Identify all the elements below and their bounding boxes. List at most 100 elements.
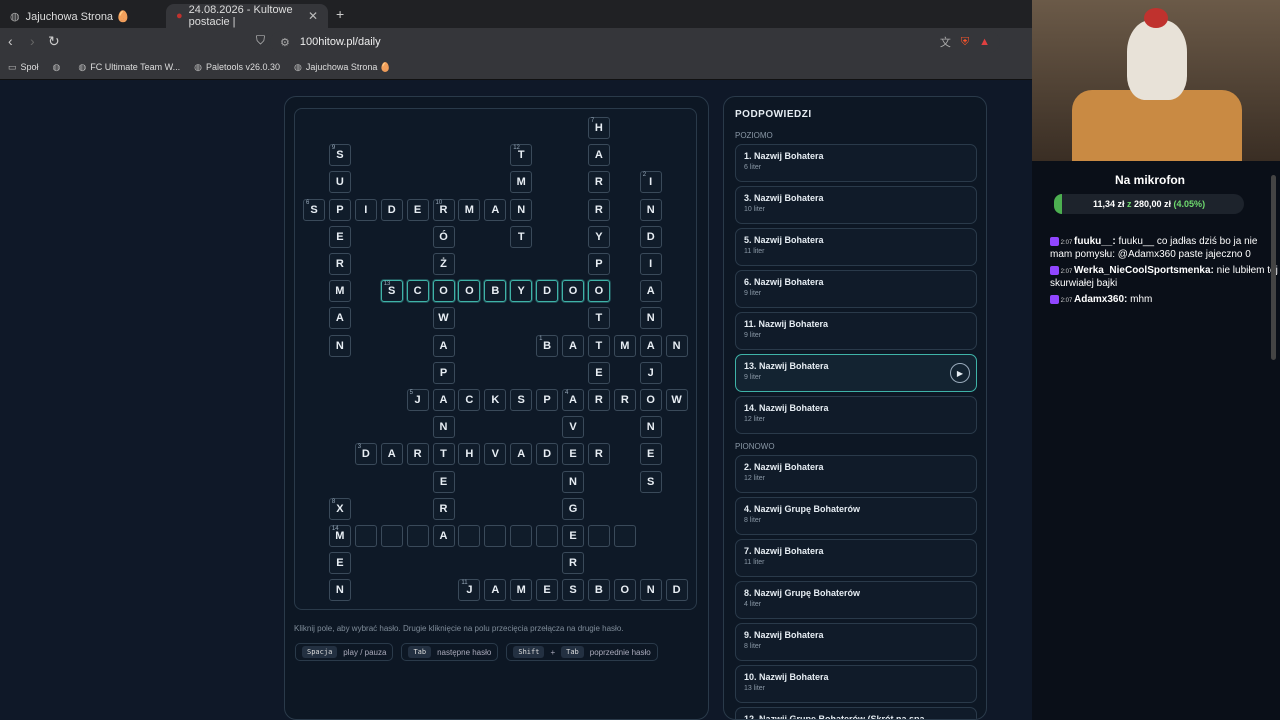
bookmark-item[interactable]: ▭ Społ [8, 62, 39, 73]
crossword-cell[interactable]: A [510, 443, 533, 466]
crossword-cell[interactable]: S6 [303, 198, 325, 221]
crossword-cell[interactable]: E [562, 443, 584, 466]
crossword-cell[interactable]: O [562, 280, 584, 303]
crossword-cell[interactable]: P [536, 389, 559, 411]
crossword-cell[interactable]: N [562, 470, 584, 493]
new-tab-button[interactable]: + [336, 6, 344, 22]
crossword-cell[interactable]: X8 [328, 497, 351, 520]
crossword-cell[interactable]: P [587, 253, 610, 275]
crossword-cell[interactable] [380, 525, 403, 547]
scrollbar[interactable] [1271, 175, 1276, 360]
crossword-cell[interactable]: R [432, 497, 455, 520]
crossword-cell[interactable]: S9 [328, 144, 351, 167]
brave-shield-icon[interactable]: ⛨ [961, 36, 969, 49]
crossword-cell[interactable]: E [639, 443, 662, 466]
bookmark-item[interactable]: ◍ FC Ultimate Team W... [78, 62, 180, 73]
clue-item[interactable]: 9. Nazwij Bohatera 8 liter [735, 623, 977, 661]
crossword-cell[interactable]: B1 [536, 334, 559, 357]
crossword-cell[interactable]: N [328, 579, 351, 602]
bookmark-item[interactable]: ◍ [53, 62, 65, 73]
crossword-cell[interactable]: A [432, 525, 455, 547]
crossword-cell[interactable] [458, 525, 481, 547]
play-icon[interactable]: ▶ [950, 363, 970, 383]
crossword-cell[interactable]: D [639, 225, 662, 248]
crossword-cell[interactable]: E [406, 198, 429, 221]
crossword-cell[interactable]: N [328, 334, 351, 357]
clue-item[interactable]: 5. Nazwij Bohatera 11 liter [735, 228, 977, 266]
crossword-cell[interactable]: N [639, 198, 662, 221]
crossword-cell[interactable]: N [639, 307, 662, 330]
address-bar[interactable]: ⚙ 100hitow.pl/daily 文 ⛨ ▲ [270, 31, 1000, 53]
crossword-cell[interactable]: C [458, 389, 481, 411]
crossword-cell[interactable]: M 14 [328, 525, 351, 547]
crossword-cell[interactable]: N [432, 416, 455, 439]
crossword-cell[interactable]: T [510, 225, 533, 248]
crossword-cell[interactable]: A [432, 334, 455, 357]
crossword-cell[interactable]: A [562, 334, 584, 357]
crossword-cell[interactable]: O [432, 280, 455, 303]
crossword-cell[interactable]: R [328, 253, 351, 275]
crossword-cell[interactable]: M [458, 198, 481, 221]
crossword-cell[interactable]: P [328, 198, 351, 221]
crossword-cell[interactable]: A [484, 198, 507, 221]
crossword-cell[interactable]: R [587, 198, 610, 221]
crossword-cell[interactable]: R 10 [432, 198, 455, 221]
clue-item[interactable]: 7. Nazwij Bohatera 11 liter [735, 539, 977, 577]
crossword-cell[interactable]: G [562, 497, 584, 520]
clue-item[interactable]: 1. Nazwij Bohatera 6 liter [735, 144, 977, 182]
crossword-cell[interactable]: A [587, 144, 610, 167]
reload-icon[interactable]: ↻ [48, 33, 60, 50]
site-info-icon[interactable]: ⚙ [280, 36, 290, 49]
crossword-cell[interactable]: R [562, 552, 584, 575]
crossword-cell[interactable]: N [639, 416, 662, 439]
crossword-cell[interactable]: J [639, 361, 662, 384]
crossword-cell[interactable] [510, 525, 533, 547]
crossword-cell[interactable]: Ó [432, 225, 455, 248]
crossword-cell[interactable]: M [510, 171, 533, 194]
crossword-cell[interactable]: E [328, 225, 351, 248]
crossword-cell[interactable]: H [458, 443, 481, 466]
crossword-cell[interactable]: B [484, 280, 507, 303]
crossword-cell[interactable] [406, 525, 429, 547]
forward-icon[interactable]: › [30, 33, 35, 49]
crossword-cell[interactable]: T [587, 334, 610, 357]
crossword-cell[interactable]: Y [587, 225, 610, 248]
crossword-cell[interactable]: T 12 [510, 144, 533, 167]
crossword-cell[interactable]: N [665, 334, 688, 357]
crossword-cell[interactable]: D [665, 579, 688, 602]
brave-rewards-icon[interactable]: ▲ [979, 36, 990, 48]
close-icon[interactable]: ✕ [308, 9, 318, 23]
crossword-cell[interactable]: M [613, 334, 636, 357]
crossword-cell[interactable]: R [587, 389, 610, 411]
crossword-cell[interactable]: W [432, 307, 455, 330]
crossword-cell[interactable] [354, 525, 377, 547]
clue-item[interactable]: 11. Nazwij Bohatera 9 liter [735, 312, 977, 350]
crossword-cell[interactable] [613, 525, 636, 547]
crossword-cell[interactable]: K [484, 389, 507, 411]
crossword-cell[interactable]: R [587, 443, 610, 466]
crossword-cell[interactable]: Ż [432, 253, 455, 275]
crossword-cell[interactable]: S 13 [380, 280, 403, 303]
crossword-cell[interactable]: Y [510, 280, 533, 303]
crossword-cell[interactable]: A [328, 307, 351, 330]
crossword-cell[interactable]: V [562, 416, 584, 439]
crossword-cell[interactable]: T [432, 443, 455, 466]
crossword-cell[interactable]: H7 [587, 117, 610, 139]
tab-active[interactable]: ● 24.08.2026 - Kultowe postacie | ✕ [166, 4, 328, 28]
crossword-cell[interactable]: S [562, 579, 584, 602]
clue-item[interactable]: 13. Nazwij Bohatera 9 liter ▶ [735, 354, 977, 392]
crossword-cell[interactable]: I [639, 253, 662, 275]
clue-item[interactable]: 12. Nazwij Grupę Bohaterów (Skrót na spa… [735, 707, 977, 719]
crossword-cell[interactable]: J 11 [458, 579, 481, 602]
crossword-cell[interactable]: O [613, 579, 636, 602]
crossword-cell[interactable]: E [432, 470, 455, 493]
crossword-cell[interactable]: A [639, 334, 662, 357]
clue-item[interactable]: 4. Nazwij Grupę Bohaterów 8 liter [735, 497, 977, 535]
crossword-cell[interactable]: O [587, 280, 610, 303]
bookmark-item[interactable]: ◍ Paletools v26.0.30 [194, 62, 280, 73]
crossword-cell[interactable]: E [587, 361, 610, 384]
crossword-cell[interactable]: A [432, 389, 455, 411]
tab-jajuchowa[interactable]: ◍ Jajuchowa Strona 🥚 [0, 4, 160, 28]
clue-item[interactable]: 2. Nazwij Bohatera 12 liter [735, 455, 977, 493]
crossword-cell[interactable]: D3 [354, 443, 377, 466]
